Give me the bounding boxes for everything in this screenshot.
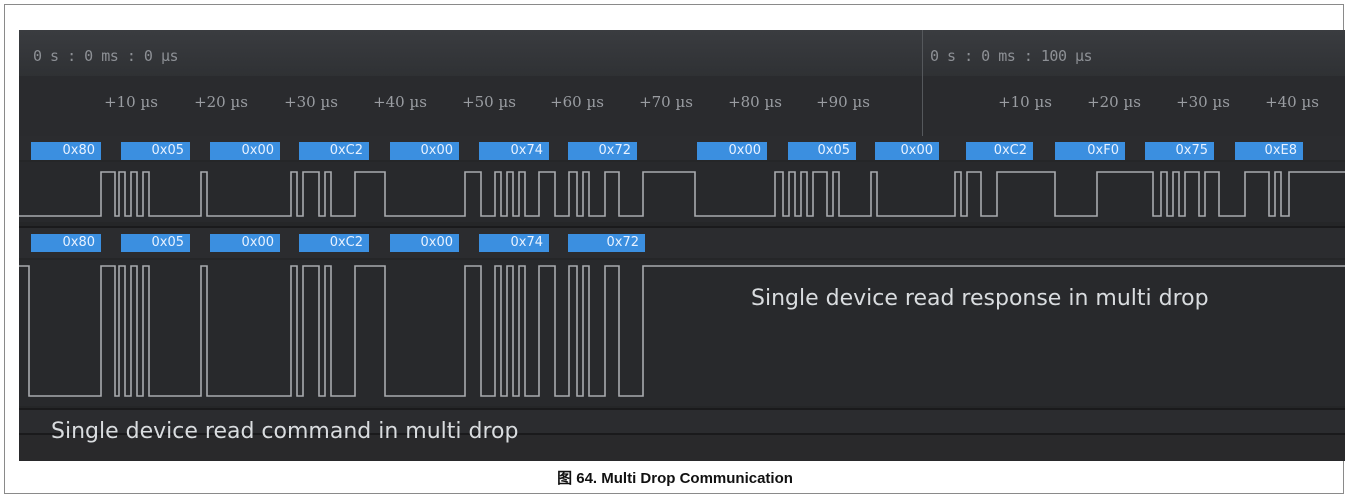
response-annotation: Single device read response in multi dro… (751, 286, 1209, 311)
figure-caption: 图 64. Multi Drop Communication (557, 470, 793, 487)
waveform-traces (19, 171, 1345, 397)
logic-analyzer-view: 0 s : 0 ms : 0 µs 0 s : 0 ms : 100 µs +1… (19, 30, 1345, 461)
figure-frame: 0 s : 0 ms : 0 µs 0 s : 0 ms : 100 µs +1… (4, 4, 1345, 494)
channel-1-waveform (19, 171, 1345, 217)
command-annotation: Single device read command in multi drop (51, 419, 519, 444)
